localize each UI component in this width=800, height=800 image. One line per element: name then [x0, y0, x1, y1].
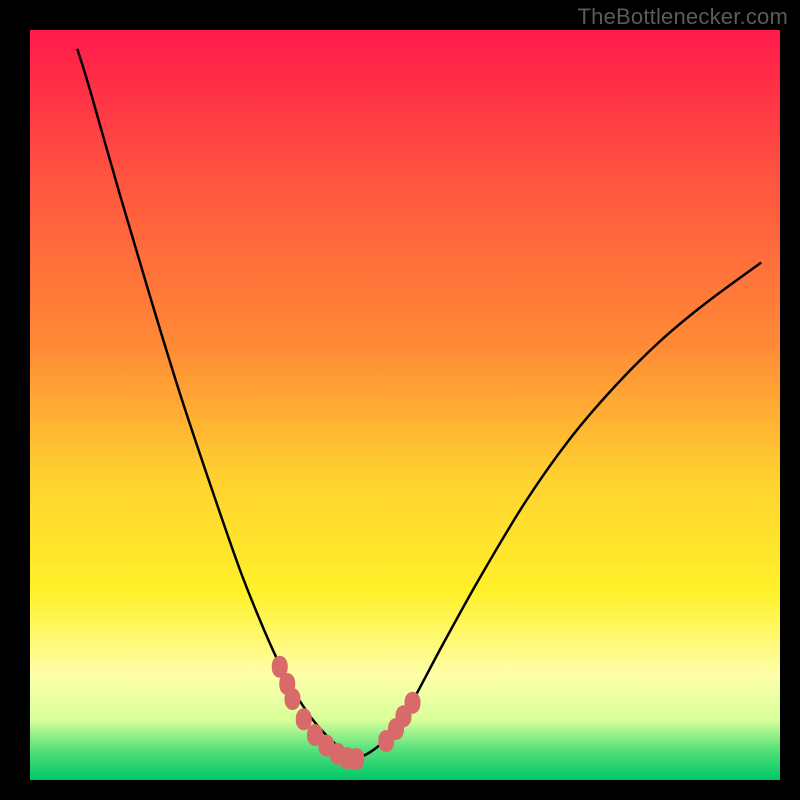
plot-area: [30, 30, 780, 780]
marker-point: [285, 688, 301, 710]
chart-svg: [0, 0, 800, 800]
marker-point: [405, 692, 421, 714]
marker-point: [348, 748, 364, 770]
watermark-text: TheBottlenecker.com: [578, 4, 788, 30]
bottleneck-chart: TheBottlenecker.com: [0, 0, 800, 800]
